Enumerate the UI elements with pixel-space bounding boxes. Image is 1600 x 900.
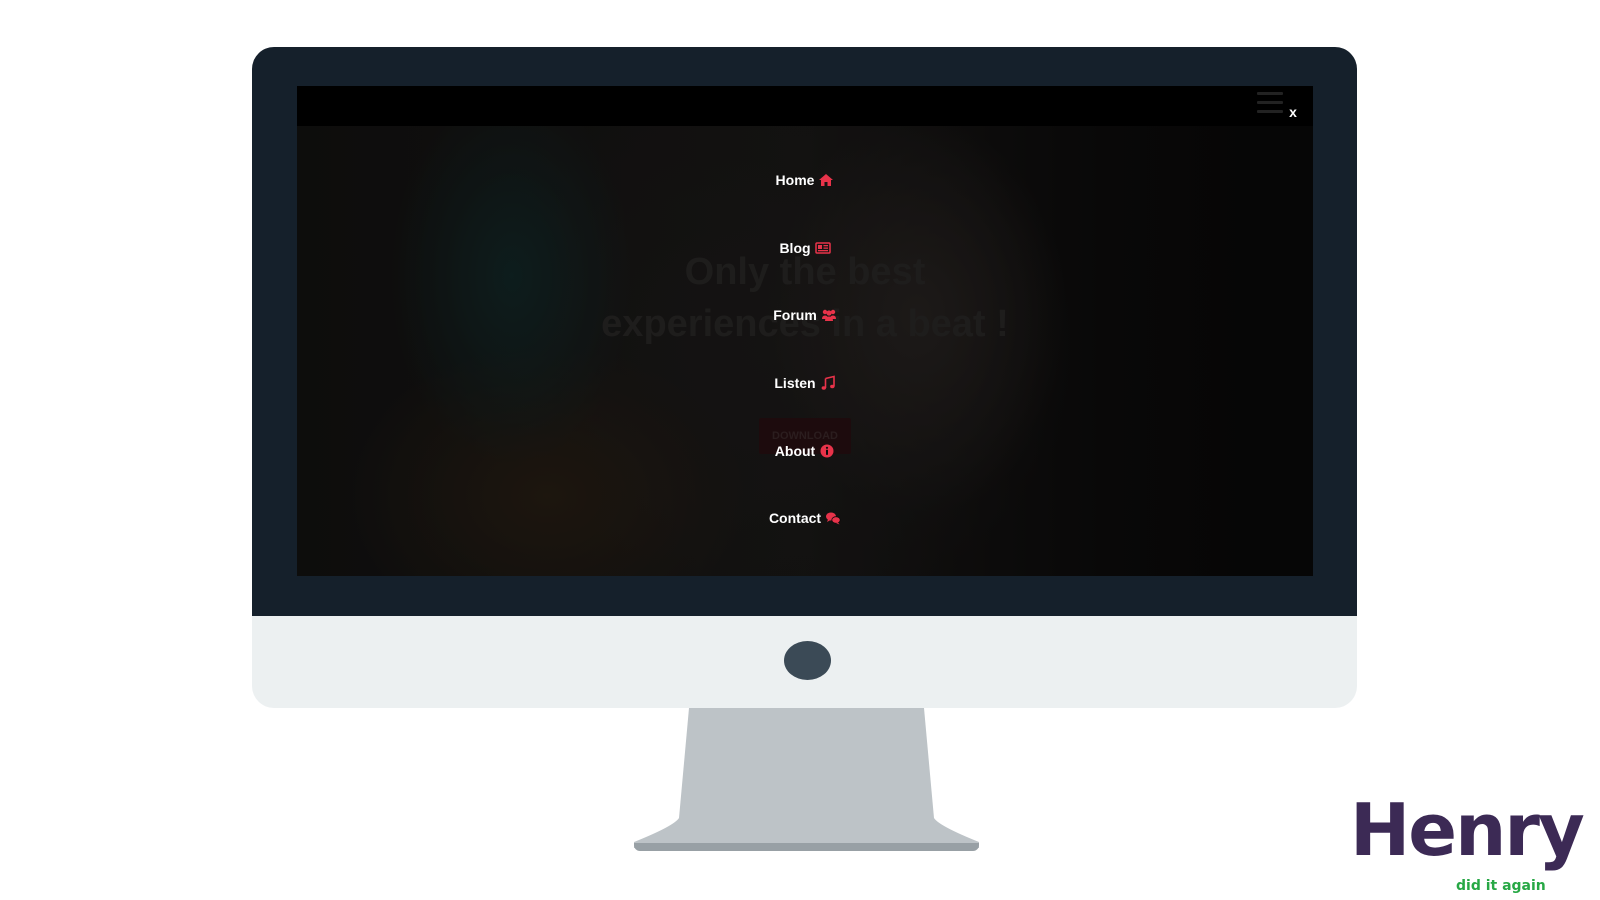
close-menu-button[interactable]: x (1286, 103, 1300, 121)
menu-item-listen[interactable]: Listen (297, 371, 1313, 395)
monitor-screen: Only the best experiences in a beat ! DO… (297, 86, 1313, 576)
top-nav-bar: x (297, 86, 1313, 126)
menu-item-forum[interactable]: Forum (297, 303, 1313, 327)
monitor-stand-base (634, 843, 979, 851)
monitor-power-button (784, 641, 831, 680)
newspaper-icon (814, 240, 831, 256)
henry-logo: Henry (1350, 788, 1585, 872)
stage: Only the best experiences in a beat ! DO… (0, 0, 1600, 900)
music-icon (820, 375, 836, 391)
home-icon (818, 172, 834, 188)
menu-item-label: Forum (773, 307, 817, 323)
menu-item-contact[interactable]: Contact (297, 506, 1313, 530)
hamburger-menu-icon[interactable] (1257, 90, 1283, 116)
chat-bubbles-icon (825, 510, 841, 526)
menu-item-blog[interactable]: Blog (297, 236, 1313, 260)
info-circle-icon (819, 443, 835, 459)
menu-overlay: Home Blog Forum Listen About Contact (297, 126, 1313, 576)
menu-item-about[interactable]: About (297, 439, 1313, 463)
menu-item-home[interactable]: Home (297, 168, 1313, 192)
menu-item-label: About (774, 443, 816, 459)
menu-item-label: Contact (768, 510, 822, 526)
logo-tagline: did it again (1456, 878, 1546, 894)
menu-item-label: Home (775, 172, 815, 188)
monitor-stand (634, 708, 979, 848)
menu-item-label: Blog (779, 240, 811, 256)
users-icon (821, 307, 837, 323)
menu-item-label: Listen (774, 375, 816, 391)
